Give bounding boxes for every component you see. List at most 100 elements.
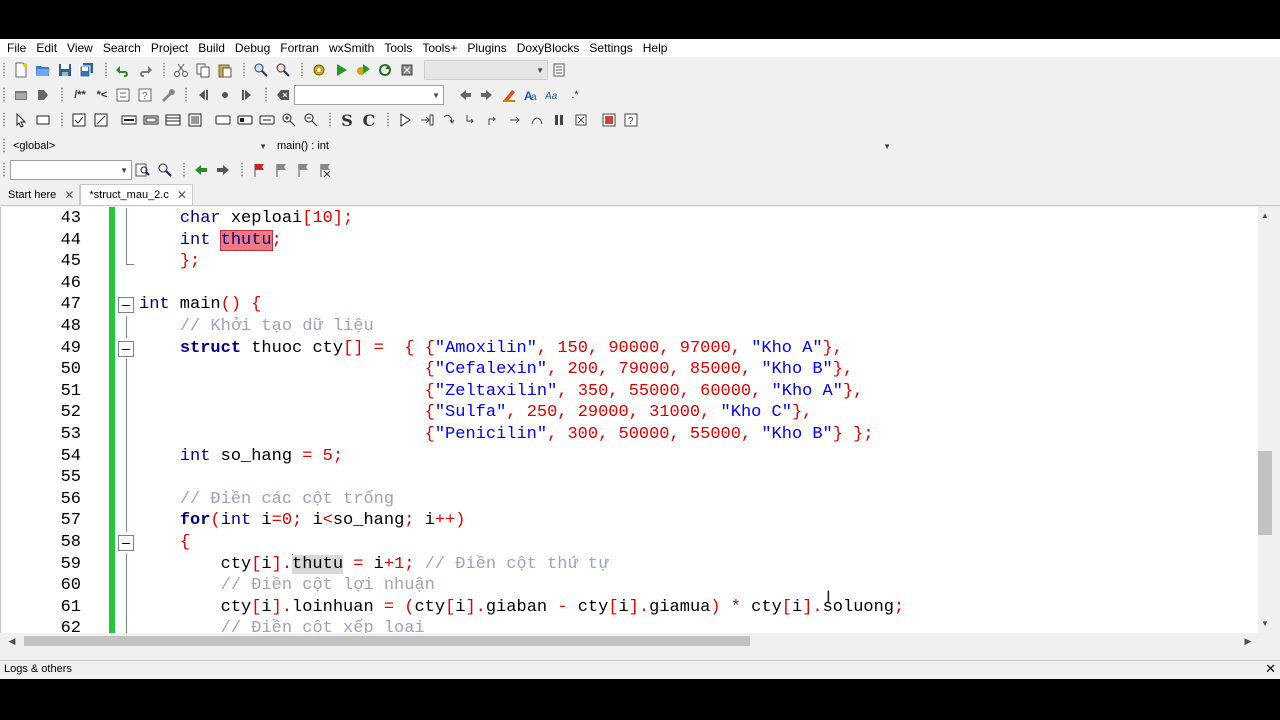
vertical-scrollbar[interactable]: ▲ ▼ <box>1258 207 1280 633</box>
rebuild-icon[interactable] <box>374 59 396 81</box>
abort-icon[interactable] <box>396 59 418 81</box>
run-to-cursor-icon[interactable] <box>416 109 438 131</box>
build-and-run-icon[interactable] <box>352 59 374 81</box>
symbol-search-icon[interactable] <box>132 159 154 181</box>
prev-bookmark-icon[interactable] <box>192 84 214 106</box>
sizer-widget-icon[interactable] <box>140 109 162 131</box>
fold-toggle-icon[interactable] <box>118 297 134 314</box>
stop-debug-icon[interactable] <box>570 109 592 131</box>
match-case-icon[interactable]: Aa <box>520 84 542 106</box>
menu-fortran[interactable]: Fortran <box>275 39 324 57</box>
doc-help-icon[interactable]: ? <box>134 84 156 106</box>
replace-icon[interactable] <box>272 59 294 81</box>
toggle-bookmark-icon[interactable] <box>214 84 236 106</box>
bookmark-flag-icon[interactable] <box>248 159 270 181</box>
horizontal-scrollbar[interactable]: ◀ ▶ <box>0 633 1258 650</box>
step-out-icon[interactable] <box>482 109 504 131</box>
code-line[interactable]: 51 {"Zeltaxilin", 350, 55000, 60000, "Kh… <box>1 380 1258 403</box>
box-widget-icon[interactable] <box>184 109 206 131</box>
code-line[interactable]: 44 int thutu; <box>1 229 1258 252</box>
code-line[interactable]: 57 for(int i=0; i<so_hang; i++) <box>1 510 1258 532</box>
menu-file[interactable]: File <box>2 39 31 57</box>
tab-struct-mau-2[interactable]: *struct_mau_2.c ✕ <box>80 184 193 205</box>
scroll-left-icon[interactable]: ◀ <box>4 633 20 650</box>
strip-c-button[interactable]: C <box>358 109 380 131</box>
prev-bookmark-flag-icon[interactable] <box>270 159 292 181</box>
find-icon[interactable] <box>250 59 272 81</box>
menu-project[interactable]: Project <box>146 39 193 57</box>
strip-s-button[interactable]: S <box>336 109 358 131</box>
scroll-up-icon[interactable]: ▲ <box>1258 209 1272 223</box>
save-icon[interactable] <box>54 59 76 81</box>
next-bookmark-flag-icon[interactable] <box>292 159 314 181</box>
code-line[interactable]: 48 // Khởi tạo dữ liệu <box>1 316 1258 338</box>
step-into-icon[interactable] <box>460 109 482 131</box>
toggle-widget-icon[interactable] <box>234 109 256 131</box>
code-line[interactable]: 52 {"Sulfa", 250, 29000, 31000, "Kho C"}… <box>1 402 1258 424</box>
panel-widget-icon[interactable] <box>118 109 140 131</box>
next-bookmark-icon[interactable] <box>236 84 258 106</box>
code-line[interactable]: 43 char xeploai[10]; <box>1 208 1258 230</box>
rectangle-tool-icon[interactable] <box>32 109 54 131</box>
search-next-icon[interactable] <box>476 84 498 106</box>
radio-widget-icon[interactable] <box>90 109 112 131</box>
block-comment-icon[interactable] <box>112 84 134 106</box>
fold-toggle-icon[interactable] <box>118 535 134 551</box>
menu-tools[interactable]: Tools <box>379 39 417 57</box>
button-widget-icon[interactable] <box>212 109 234 131</box>
debug-windows-icon[interactable] <box>598 109 620 131</box>
next-instruction-icon[interactable] <box>504 109 526 131</box>
highlight-icon[interactable] <box>498 84 520 106</box>
undo-icon[interactable] <box>112 59 134 81</box>
zoom-out-icon[interactable] <box>300 109 322 131</box>
open-folder-icon[interactable] <box>32 59 54 81</box>
code-line[interactable]: 49 struct thuoc cty[] = { {"Amoxilin", 1… <box>1 338 1258 360</box>
code-line[interactable]: 54 int so_hang = 5; <box>1 445 1258 468</box>
jump-back-icon[interactable] <box>190 159 212 181</box>
run-icon[interactable] <box>330 59 352 81</box>
menu-debug[interactable]: Debug <box>230 39 275 57</box>
zoom-in-icon[interactable] <box>278 109 300 131</box>
code-line[interactable]: 58 { <box>1 532 1258 554</box>
build-target-combo[interactable]: ▼ <box>424 60 548 80</box>
menu-plugins[interactable]: Plugins <box>462 39 511 57</box>
symbol-settings-icon[interactable] <box>154 159 176 181</box>
menu-view[interactable]: View <box>62 39 98 57</box>
debug-step-icon[interactable] <box>32 84 54 106</box>
clear-search-icon[interactable] <box>272 84 294 106</box>
whole-word-icon[interactable]: Aa <box>542 84 564 106</box>
menu-settings[interactable]: Settings <box>584 39 637 57</box>
debug-continue-icon[interactable] <box>394 109 416 131</box>
menu-edit[interactable]: Edit <box>31 39 62 57</box>
function-combo[interactable]: main() : int ▼ <box>274 136 894 156</box>
scroll-right-icon[interactable]: ▶ <box>1240 633 1256 650</box>
horizontal-scroll-thumb[interactable] <box>24 636 750 646</box>
menu-doxyblocks[interactable]: DoxyBlocks <box>512 39 585 57</box>
menu-search[interactable]: Search <box>98 39 146 57</box>
menu-build[interactable]: Build <box>193 39 230 57</box>
pause-icon[interactable] <box>548 109 570 131</box>
code-line[interactable]: 56 // Điền các cột trống <box>1 488 1258 511</box>
debug-window-icon[interactable] <box>10 84 32 106</box>
code-line[interactable]: 61 cty[i].loinhuan = (cty[i].giaban - ct… <box>1 596 1258 619</box>
comment-button[interactable]: /** <box>68 84 92 106</box>
clear-bookmarks-icon[interactable] <box>314 159 336 181</box>
textctrl-widget-icon[interactable] <box>256 109 278 131</box>
step-instruction-icon[interactable] <box>526 109 548 131</box>
grid-widget-icon[interactable] <box>162 109 184 131</box>
close-icon[interactable]: ✕ <box>177 188 187 202</box>
paste-icon[interactable] <box>214 59 236 81</box>
code-line[interactable]: 46 <box>1 273 1258 295</box>
wrench-icon[interactable] <box>156 84 178 106</box>
close-icon[interactable]: ✕ <box>1265 661 1276 677</box>
regex-toggle[interactable]: .* <box>564 84 586 106</box>
code-line[interactable]: 62 // Điền cột xếp loại <box>1 618 1258 633</box>
code-line[interactable]: 59 cty[i].thutu = i+1; // Điền cột thứ t… <box>1 553 1258 576</box>
new-file-icon[interactable] <box>10 59 32 81</box>
redo-icon[interactable] <box>134 59 156 81</box>
menu-help[interactable]: Help <box>638 39 673 57</box>
code-line[interactable]: 53 {"Penicilin", 300, 50000, 55000, "Kho… <box>1 424 1258 446</box>
code-editor[interactable]: 43 char xeploai[10]; 44 int thutu; 45 }; 46… <box>0 207 1258 633</box>
save-all-icon[interactable] <box>76 59 98 81</box>
incremental-search-combo[interactable]: ▼ <box>294 85 444 105</box>
